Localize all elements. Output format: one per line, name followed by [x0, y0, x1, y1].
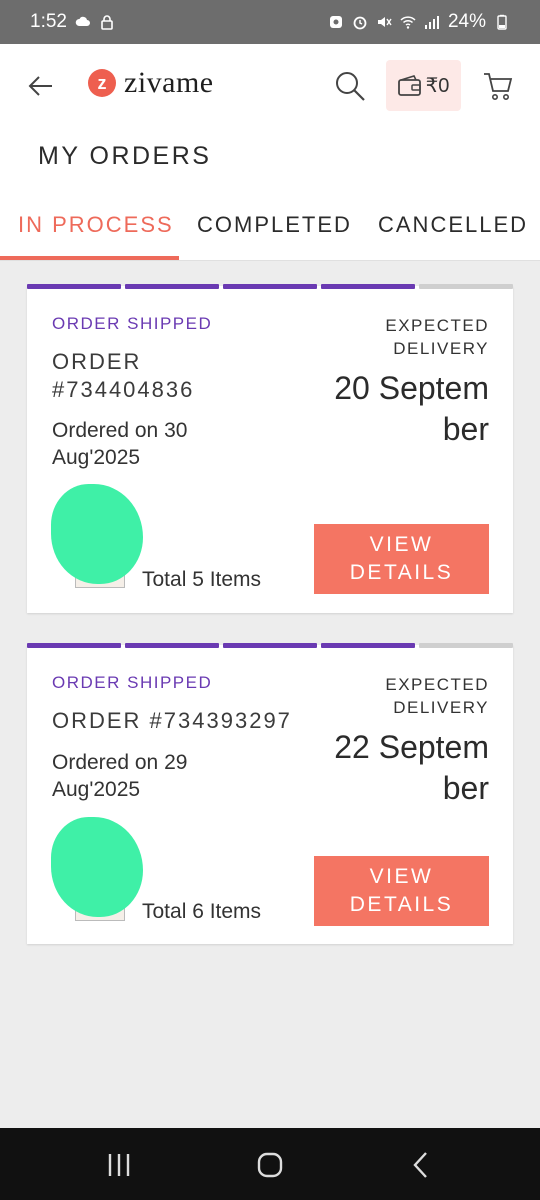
expected-delivery-label: EXPECTED DELIVERY: [385, 316, 489, 358]
order-progress-bar: [27, 284, 513, 290]
product-thumbnail[interactable]: [51, 817, 143, 921]
progress-step: [125, 643, 219, 648]
system-nav-bar: [0, 1128, 540, 1200]
tab-in-process[interactable]: IN PROCESS: [18, 212, 174, 238]
redaction-mark: [51, 484, 143, 584]
active-tab-indicator: [0, 256, 179, 260]
view-details-button[interactable]: VIEW DETAILS: [314, 856, 489, 926]
progress-step: [223, 284, 317, 289]
ordered-on-date: Ordered on 30 Aug'2025: [52, 419, 188, 469]
title-area: MY ORDERS: [0, 126, 540, 196]
progress-step: [321, 643, 415, 648]
brand-name: zivame: [124, 66, 214, 99]
recents-icon[interactable]: [104, 1150, 134, 1180]
total-items: Total 5 Items: [142, 568, 262, 591]
ordered-on-date: Ordered on 29 Aug'2025: [52, 751, 188, 801]
expected-delivery-label: EXPECTED DELIVERY: [385, 675, 489, 717]
status-bar: 1:52 24%: [0, 0, 540, 44]
battery-icon: [497, 14, 507, 30]
order-card: ORDER SHIPPED ORDER #734404836 Ordered o…: [27, 284, 513, 613]
order-status: ORDER SHIPPED: [52, 314, 213, 333]
progress-step: [223, 643, 317, 648]
status-time: 1:52: [30, 11, 67, 32]
battery-percent: 24%: [447, 11, 486, 32]
tab-completed[interactable]: COMPLETED: [197, 212, 352, 238]
total-items: Total 6 Items: [142, 900, 262, 923]
status-bar-right: 24%: [328, 11, 510, 33]
order-tabs: IN PROCESS COMPLETED CANCELLED: [0, 196, 540, 261]
progress-step: [321, 284, 415, 289]
order-number: ORDER #734393297: [52, 708, 292, 733]
tab-cancelled[interactable]: CANCELLED: [378, 212, 528, 238]
product-thumbnail[interactable]: [51, 484, 143, 588]
order-number: ORDER #734404836: [52, 349, 195, 402]
home-icon[interactable]: [255, 1150, 285, 1180]
back-arrow-icon[interactable]: [28, 74, 54, 98]
progress-step: [419, 284, 513, 289]
brand-mark: z: [88, 69, 116, 97]
view-details-button[interactable]: VIEW DETAILS: [314, 524, 489, 594]
search-icon[interactable]: [334, 70, 366, 102]
wallet-button[interactable]: ₹0: [386, 60, 461, 111]
progress-step: [419, 643, 513, 648]
order-status: ORDER SHIPPED: [52, 673, 213, 692]
wallet-icon: [397, 74, 421, 96]
notification-icon: [329, 16, 342, 28]
lock-icon: [101, 15, 113, 30]
cloud-icon: [75, 16, 90, 26]
redaction-mark: [51, 817, 143, 917]
status-bar-left: 1:52: [30, 11, 115, 33]
wifi-icon: [400, 16, 416, 29]
progress-step: [27, 643, 121, 648]
page-title: MY ORDERS: [38, 142, 212, 170]
brand-logo[interactable]: z zivame: [88, 66, 214, 100]
order-progress-bar: [27, 643, 513, 649]
expected-delivery-date: 22 September: [334, 729, 489, 806]
progress-step: [27, 284, 121, 289]
expected-delivery-date: 20 September: [334, 370, 489, 447]
mute-icon: [377, 17, 392, 27]
nav-back-icon[interactable]: [406, 1150, 436, 1180]
progress-step: [125, 284, 219, 289]
signal-icon: [424, 16, 439, 29]
alarm-icon: [353, 16, 367, 30]
order-card: ORDER SHIPPED ORDER #734393297 Ordered o…: [27, 643, 513, 944]
wallet-amount: ₹0: [425, 75, 450, 97]
cart-icon[interactable]: [482, 70, 514, 102]
app-header: z zivame ₹0: [0, 44, 540, 126]
